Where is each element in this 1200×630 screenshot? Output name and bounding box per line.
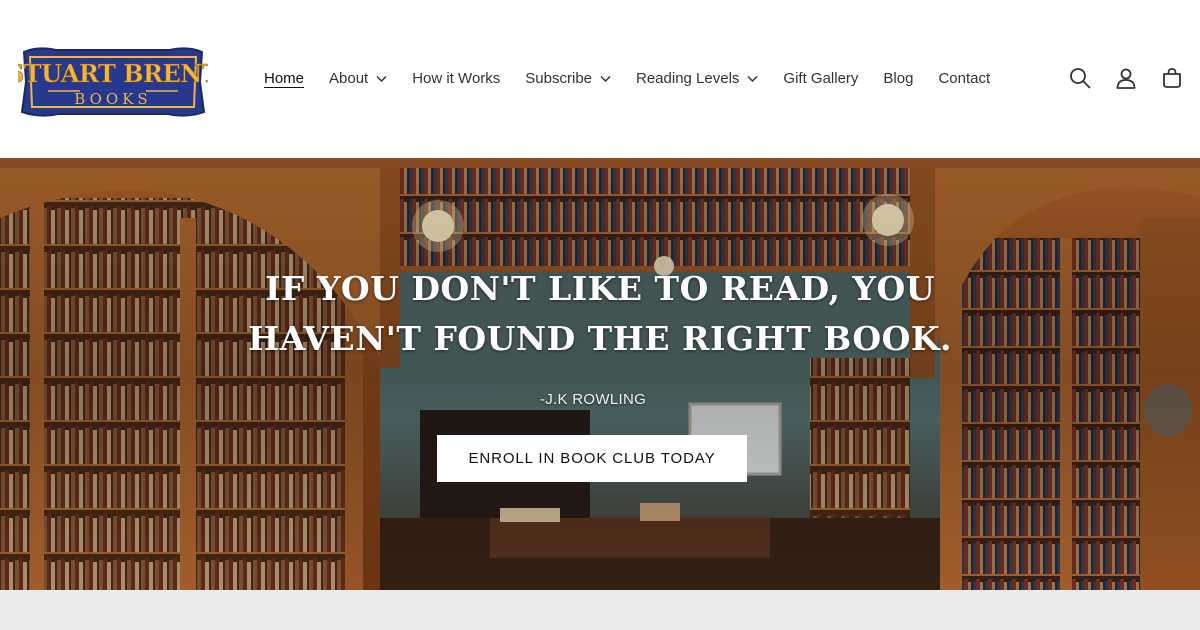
hero-banner: IF YOU DON'T LIKE TO READ, YOU HAVEN'T F…	[0, 158, 1200, 590]
brand-logo[interactable]: STUART BRENT BOOKS	[7, 44, 220, 120]
quote-attribution: -J.K ROWLING	[539, 391, 647, 408]
nav-item-label: Gift Gallery	[783, 70, 859, 87]
chevron-down-icon	[747, 75, 758, 83]
nav-item-label: About	[329, 70, 369, 87]
chevron-down-icon	[376, 75, 387, 83]
header-icons	[1068, 66, 1184, 90]
enroll-book-club-button[interactable]: ENROLL IN BOOK CLUB TODAY	[437, 435, 747, 482]
account-icon[interactable]	[1114, 66, 1138, 90]
logo-name: STUART BRENT	[18, 59, 208, 88]
nav-item-blog[interactable]: Blog	[883, 68, 913, 90]
hero-quote-line: HAVEN'T FOUND THE RIGHT BOOK.	[248, 319, 952, 358]
hero-quote-line: IF YOU DON'T LIKE TO READ, YOU	[264, 269, 936, 308]
nav-item-home[interactable]: Home	[264, 68, 304, 90]
nav-item-label: Home	[264, 70, 305, 87]
nav-item-label: Subscribe	[525, 70, 592, 87]
nav-item-about[interactable]: About	[329, 68, 387, 90]
nav-item-label: How it Works	[412, 70, 501, 87]
nav-item-how-it-works[interactable]: How it Works	[412, 68, 500, 90]
logo-subname: BOOKS	[74, 90, 151, 108]
nav-item-contact[interactable]: Contact	[938, 68, 990, 90]
main-navigation: Home About How it Works Subscribe Readin…	[264, 68, 1015, 90]
library-background-image	[0, 158, 1200, 590]
nav-item-label: Contact	[938, 70, 991, 87]
nav-item-subscribe[interactable]: Subscribe	[525, 68, 611, 90]
site-header: STUART BRENT BOOKS Home About How it Wor…	[0, 0, 1200, 158]
cart-icon[interactable]	[1160, 66, 1184, 90]
hero-quote: IF YOU DON'T LIKE TO READ, YOU HAVEN'T F…	[0, 264, 1200, 364]
next-section-strip	[0, 590, 1200, 630]
nav-item-label: Reading Levels	[636, 70, 740, 87]
nav-item-label: Blog	[883, 70, 914, 87]
logo-badge: STUART BRENT BOOKS	[7, 47, 220, 117]
chevron-down-icon	[600, 75, 611, 83]
nav-item-reading-levels[interactable]: Reading Levels	[636, 68, 758, 90]
nav-item-gift-gallery[interactable]: Gift Gallery	[783, 68, 858, 90]
search-icon[interactable]	[1068, 66, 1092, 90]
